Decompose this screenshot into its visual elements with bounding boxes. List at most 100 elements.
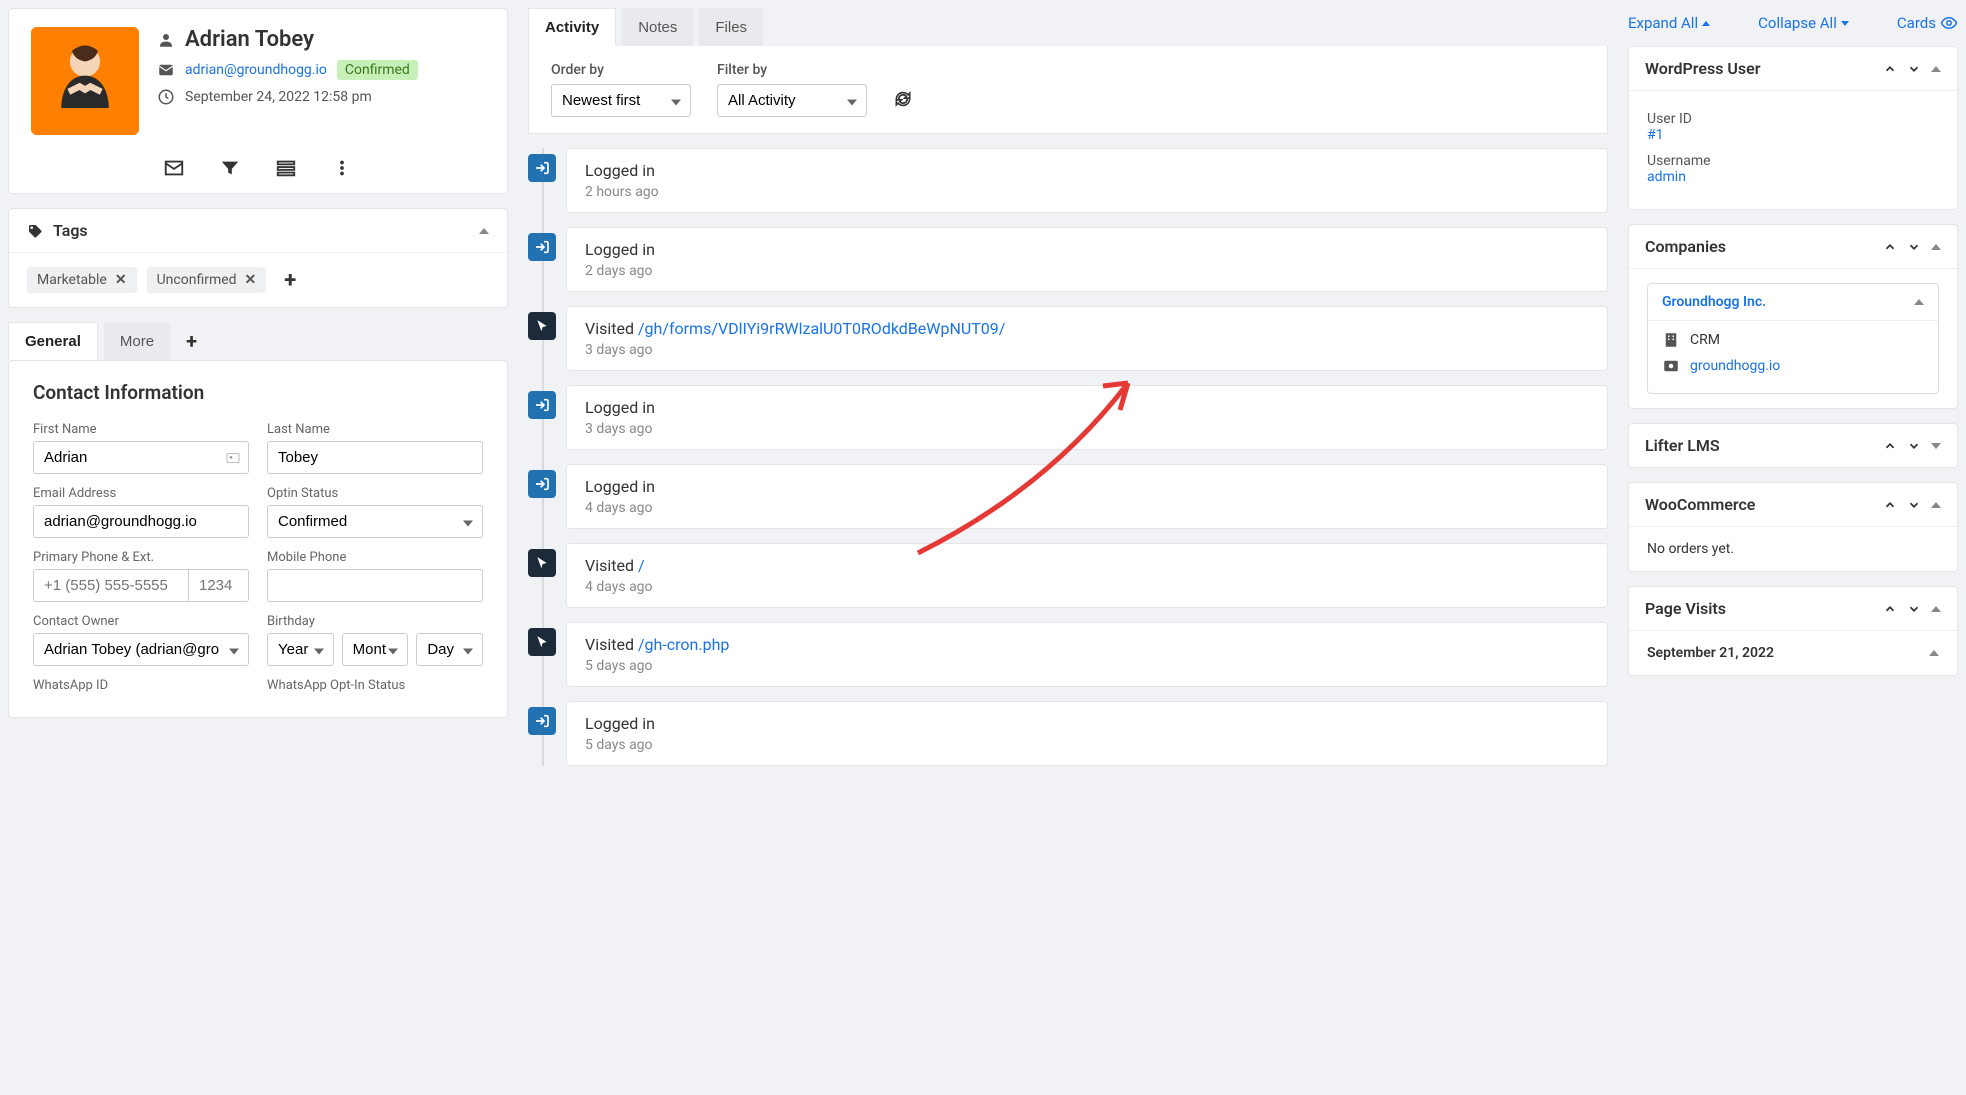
mobile-input[interactable] xyxy=(267,569,483,602)
contact-info-card: Contact Information First Name Last Name… xyxy=(8,360,508,718)
profile-card: Adrian Tobey adrian@groundhogg.io Confir… xyxy=(8,8,508,194)
timeline-item: Visited / 4 days ago xyxy=(556,543,1608,608)
panel-header[interactable]: WooCommerce xyxy=(1629,483,1957,526)
chevron-up-icon[interactable] xyxy=(1883,602,1897,616)
move-icon[interactable] xyxy=(1931,443,1941,449)
phone-input[interactable] xyxy=(33,569,189,602)
username-link[interactable]: admin xyxy=(1647,169,1686,185)
order-by-select[interactable]: Newest first xyxy=(551,84,691,117)
first-name-input[interactable] xyxy=(33,441,249,474)
remove-tag-icon[interactable]: ✕ xyxy=(115,272,127,288)
website-icon xyxy=(1662,357,1680,375)
chevron-down-icon[interactable] xyxy=(1907,439,1921,453)
tab-files[interactable]: Files xyxy=(699,8,763,46)
timeline-item: Logged in 3 days ago xyxy=(556,385,1608,450)
login-icon xyxy=(528,391,556,419)
contact-name: Adrian Tobey xyxy=(185,27,314,52)
avatar xyxy=(31,27,139,135)
compose-email-icon[interactable] xyxy=(163,157,185,179)
clock-icon xyxy=(157,88,175,106)
wordpress-user-panel: WordPress User User ID #1 Username admin xyxy=(1628,46,1958,210)
activity-title: Visited /gh/forms/VDlIYi9rRWlzalU0T0ROdk… xyxy=(585,319,1589,338)
company-website-link[interactable]: groundhogg.io xyxy=(1690,358,1780,374)
panel-header[interactable]: WordPress User xyxy=(1629,47,1957,90)
move-icon[interactable] xyxy=(1931,66,1941,72)
login-icon xyxy=(528,154,556,182)
tag-icon xyxy=(27,223,43,239)
email-input[interactable] xyxy=(33,505,249,538)
tab-more[interactable]: More xyxy=(104,323,170,360)
birth-month-select[interactable]: Mont xyxy=(342,633,409,666)
panel-header[interactable]: Companies xyxy=(1629,225,1957,268)
birth-day-select[interactable]: Day xyxy=(416,633,483,666)
chevron-down-icon[interactable] xyxy=(1907,602,1921,616)
timeline-item: Logged in 4 days ago xyxy=(556,464,1608,529)
move-icon[interactable] xyxy=(1931,244,1941,250)
activity-time: 4 days ago xyxy=(585,500,1589,516)
activity-title: Logged in xyxy=(585,714,1589,733)
tag-chip[interactable]: Marketable✕ xyxy=(27,267,137,293)
chevron-down-icon[interactable] xyxy=(1907,62,1921,76)
tags-panel: Tags Marketable✕ Unconfirmed✕ + xyxy=(8,208,508,308)
timeline-item: Visited /gh/forms/VDlIYi9rRWlzalU0T0ROdk… xyxy=(556,306,1608,371)
activity-title: Logged in xyxy=(585,240,1589,259)
company-header[interactable]: Groundhogg Inc. xyxy=(1648,284,1938,320)
tab-general[interactable]: General xyxy=(8,322,98,360)
last-name-input[interactable] xyxy=(267,441,483,474)
timeline-item: Logged in 2 days ago xyxy=(556,227,1608,292)
chevron-up-icon[interactable] xyxy=(1883,439,1897,453)
tab-activity[interactable]: Activity xyxy=(528,8,616,46)
form-title: Contact Information xyxy=(33,381,483,404)
optin-status-select[interactable]: Confirmed xyxy=(267,505,483,538)
activity-time: 3 days ago xyxy=(585,342,1589,358)
panel-header[interactable]: Page Visits xyxy=(1629,587,1957,630)
user-id-link[interactable]: #1 xyxy=(1647,127,1664,143)
chevron-up-icon[interactable] xyxy=(1883,240,1897,254)
collapse-all-button[interactable]: Collapse All xyxy=(1758,14,1849,32)
status-badge: Confirmed xyxy=(337,60,418,80)
chevron-down-icon[interactable] xyxy=(1907,498,1921,512)
person-icon xyxy=(157,31,175,49)
visit-icon xyxy=(528,549,556,577)
building-icon xyxy=(1662,331,1680,349)
move-icon[interactable] xyxy=(1931,606,1941,612)
move-icon[interactable] xyxy=(1931,502,1941,508)
filter-icon[interactable] xyxy=(219,157,241,179)
lifter-lms-panel: Lifter LMS xyxy=(1628,423,1958,468)
chevron-up-icon[interactable] xyxy=(1883,498,1897,512)
timeline-item: Logged in 2 hours ago xyxy=(556,148,1608,213)
activity-timeline: Logged in 2 hours ago Logged in 2 days a… xyxy=(528,148,1608,766)
contact-email[interactable]: adrian@groundhogg.io xyxy=(185,62,327,78)
activity-time: 3 days ago xyxy=(585,421,1589,437)
login-icon xyxy=(528,470,556,498)
woocommerce-panel: WooCommerce No orders yet. xyxy=(1628,482,1958,572)
email-icon xyxy=(157,61,175,79)
chevron-down-icon[interactable] xyxy=(1907,240,1921,254)
list-icon[interactable] xyxy=(275,157,297,179)
owner-select[interactable]: Adrian Tobey (adrian@gro xyxy=(33,633,249,666)
add-tag-button[interactable]: + xyxy=(284,268,296,293)
collapse-caret-icon[interactable] xyxy=(1929,650,1939,656)
expand-all-button[interactable]: Expand All xyxy=(1628,14,1710,32)
activity-title: Visited /gh-cron.php xyxy=(585,635,1589,654)
panel-header[interactable]: Lifter LMS xyxy=(1629,424,1957,467)
tags-header[interactable]: Tags xyxy=(9,209,507,252)
more-icon[interactable] xyxy=(331,157,353,179)
activity-title: Visited / xyxy=(585,556,1589,575)
activity-filters: Order by Newest first Filter by All Acti… xyxy=(528,46,1608,134)
tag-chip[interactable]: Unconfirmed✕ xyxy=(147,267,267,293)
activity-title: Logged in xyxy=(585,161,1589,180)
tab-notes[interactable]: Notes xyxy=(622,8,693,46)
birth-year-select[interactable]: Year xyxy=(267,633,334,666)
add-tab-button[interactable]: + xyxy=(186,329,197,353)
refresh-icon[interactable] xyxy=(893,89,913,109)
phone-ext-input[interactable] xyxy=(189,569,249,602)
chevron-up-icon[interactable] xyxy=(1883,62,1897,76)
cards-button[interactable]: Cards xyxy=(1897,14,1958,32)
company-category: CRM xyxy=(1690,332,1720,348)
visit-icon xyxy=(528,312,556,340)
filter-by-select[interactable]: All Activity xyxy=(717,84,867,117)
remove-tag-icon[interactable]: ✕ xyxy=(245,272,257,288)
collapse-caret-icon xyxy=(1914,299,1924,305)
activity-title: Logged in xyxy=(585,398,1589,417)
